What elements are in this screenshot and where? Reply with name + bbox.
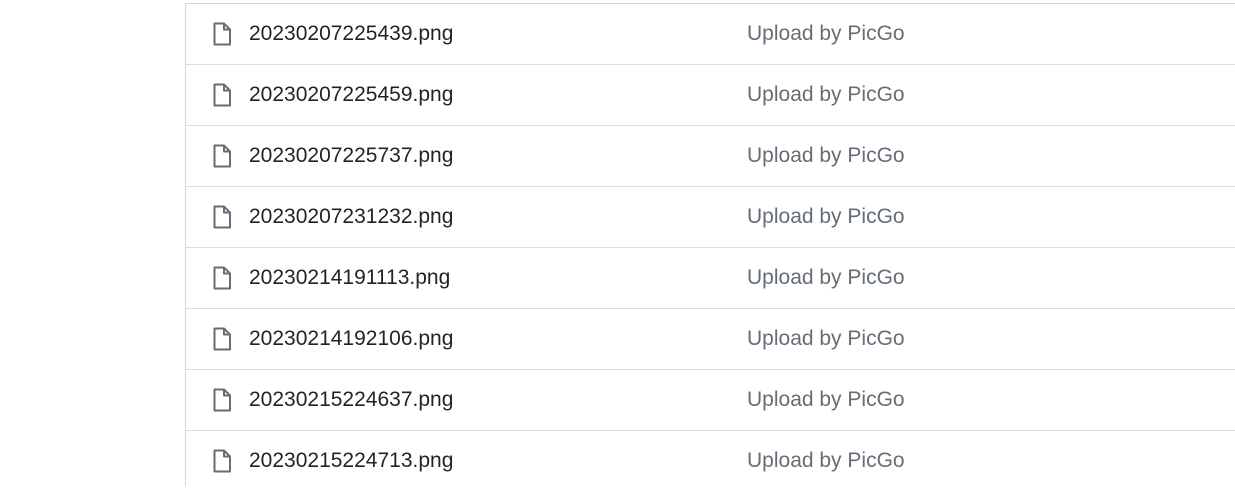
file-name-link[interactable]: 20230207225737.png	[249, 143, 453, 169]
file-row[interactable]: 20230207225459.png Upload by PicGo	[186, 65, 1235, 126]
commit-message-link[interactable]: Upload by PicGo	[747, 143, 905, 169]
file-row[interactable]: 20230214192106.png Upload by PicGo	[186, 309, 1235, 370]
commit-message-link[interactable]: Upload by PicGo	[747, 448, 905, 474]
file-name-link[interactable]: 20230207225459.png	[249, 82, 453, 108]
commit-message-link[interactable]: Upload by PicGo	[747, 265, 905, 291]
file-row[interactable]: 20230215224713.png Upload by PicGo	[186, 431, 1235, 492]
file-icon	[212, 144, 232, 168]
file-name-link[interactable]: 20230207225439.png	[249, 21, 453, 47]
file-row[interactable]: 20230215224637.png Upload by PicGo	[186, 370, 1235, 431]
commit-message-link[interactable]: Upload by PicGo	[747, 387, 905, 413]
file-name-link[interactable]: 20230215224637.png	[249, 387, 453, 413]
file-row[interactable]: 20230207225439.png Upload by PicGo	[186, 4, 1235, 65]
file-row[interactable]: 20230214191113.png Upload by PicGo	[186, 248, 1235, 309]
file-name-link[interactable]: 20230214192106.png	[249, 326, 453, 352]
file-row[interactable]: 20230207231232.png Upload by PicGo	[186, 187, 1235, 248]
commit-message-link[interactable]: Upload by PicGo	[747, 82, 905, 108]
file-icon	[212, 388, 232, 412]
file-icon	[212, 83, 232, 107]
file-icon	[212, 22, 232, 46]
file-icon	[212, 205, 232, 229]
file-list: 20230207225439.png Upload by PicGo 20230…	[185, 3, 1235, 486]
file-icon	[212, 327, 232, 351]
file-name-link[interactable]: 20230207231232.png	[249, 204, 453, 230]
commit-message-link[interactable]: Upload by PicGo	[747, 21, 905, 47]
file-row[interactable]: 20230207225737.png Upload by PicGo	[186, 126, 1235, 187]
file-name-link[interactable]: 20230214191113.png	[249, 265, 450, 291]
file-icon	[212, 449, 232, 473]
commit-message-link[interactable]: Upload by PicGo	[747, 326, 905, 352]
commit-message-link[interactable]: Upload by PicGo	[747, 204, 905, 230]
file-name-link[interactable]: 20230215224713.png	[249, 448, 453, 474]
file-icon	[212, 266, 232, 290]
